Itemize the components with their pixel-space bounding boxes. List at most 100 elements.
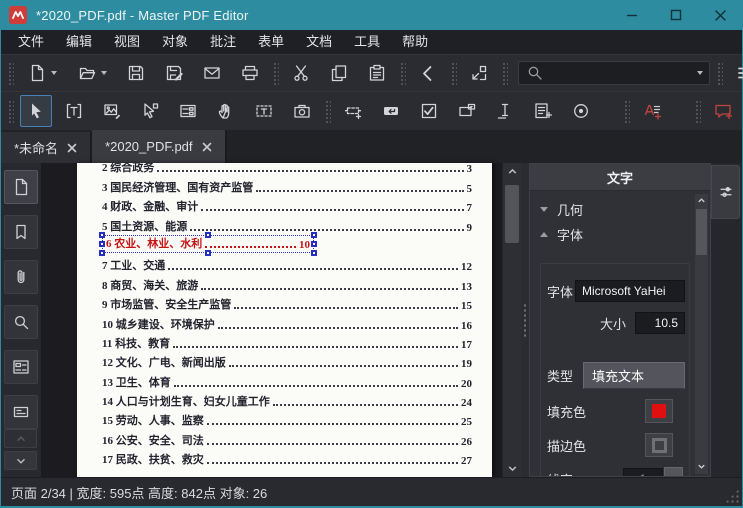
resize-grip[interactable] <box>725 489 739 503</box>
email-button[interactable] <box>196 57 228 89</box>
minimize-button[interactable] <box>610 0 654 30</box>
save-button[interactable] <box>120 57 152 89</box>
open-folder-button[interactable] <box>70 57 114 89</box>
panel-toggle-tab[interactable] <box>711 165 740 219</box>
search-box[interactable] <box>518 61 710 85</box>
sidebar-annotations-button[interactable] <box>4 395 38 429</box>
edit-path-button[interactable] <box>134 95 166 127</box>
hand-tool-button[interactable] <box>210 95 242 127</box>
menu-view[interactable]: 视图 <box>103 30 151 54</box>
selection-handle[interactable] <box>311 232 317 238</box>
navigation-sidebar <box>1 163 42 477</box>
document-scrollbar[interactable] <box>502 163 521 477</box>
select-object-button[interactable] <box>20 95 52 127</box>
snapshot-button[interactable] <box>286 95 318 127</box>
toc-row: 7 工业、交通12 <box>102 254 472 273</box>
fill-color-swatch[interactable] <box>645 399 673 423</box>
list-box-button[interactable] <box>489 95 521 127</box>
menu-object[interactable]: 对象 <box>151 30 199 54</box>
sidebar-bookmarks-button[interactable] <box>4 215 38 249</box>
toolbar-grip <box>450 61 457 85</box>
scrollbar-thumb[interactable] <box>505 185 519 243</box>
select-text-button[interactable] <box>248 95 280 127</box>
attachments-icon <box>11 267 31 287</box>
stroke-color-swatch[interactable] <box>645 433 673 457</box>
panel-scrollbar-thumb[interactable] <box>696 209 707 255</box>
scroll-up-icon[interactable] <box>503 163 521 180</box>
menu-file[interactable]: 文件 <box>7 30 55 54</box>
cut-button[interactable] <box>285 57 317 89</box>
print-button[interactable] <box>234 57 266 89</box>
tab-2020-pdf[interactable]: *2020_PDF.pdf <box>92 130 226 163</box>
section-geometry[interactable]: 几何 <box>540 197 690 222</box>
main-menu-button[interactable] <box>729 57 743 89</box>
menu-help[interactable]: 帮助 <box>391 30 439 54</box>
save-as-button[interactable] <box>158 57 190 89</box>
back-button[interactable] <box>412 57 444 89</box>
selection-handle[interactable] <box>311 250 317 256</box>
dropdown-caret[interactable] <box>101 71 107 75</box>
sidebar-attachments-button[interactable] <box>4 260 38 294</box>
maximize-button[interactable] <box>654 0 698 30</box>
panel-scroll-up-icon[interactable] <box>696 194 707 207</box>
search-input[interactable] <box>549 65 689 81</box>
fit-page-button[interactable] <box>463 57 495 89</box>
close-button[interactable] <box>698 0 742 30</box>
font-size-input[interactable]: 10.5 <box>635 312 685 334</box>
menu-document[interactable]: 文档 <box>295 30 343 54</box>
selection-handle[interactable] <box>311 241 317 247</box>
fit-page-icon <box>469 63 489 83</box>
panel-scroll-down-icon[interactable] <box>695 460 708 473</box>
spinner-caret-icon[interactable] <box>664 467 683 476</box>
panel-splitter[interactable] <box>521 163 529 477</box>
sidebar-form-fields-button[interactable] <box>4 350 38 384</box>
toc-row: 15 劳动、人事、监察25 <box>102 409 472 428</box>
tab-close-icon[interactable] <box>202 142 212 152</box>
toc-page-number: 20 <box>461 378 472 390</box>
sidebar-page-thumbnails-button[interactable] <box>4 170 38 204</box>
toc-page-number: 3 <box>467 163 473 175</box>
sidebar-search-button[interactable] <box>4 305 38 339</box>
text-field-button[interactable] <box>337 95 369 127</box>
combo-box-button[interactable] <box>451 95 483 127</box>
menu-comment[interactable]: 批注 <box>199 30 247 54</box>
copy-button[interactable] <box>323 57 355 89</box>
line-width-value[interactable]: 1 <box>623 468 663 476</box>
tab-untitled[interactable]: *未命名 <box>1 132 92 163</box>
checkbox-button[interactable] <box>413 95 445 127</box>
sidebar-scroll-up-button[interactable] <box>4 429 37 448</box>
panel-scrollbar[interactable] <box>695 194 708 474</box>
list-add-button[interactable] <box>527 95 559 127</box>
selection-handle[interactable] <box>99 250 105 256</box>
selection-handle[interactable] <box>99 232 105 238</box>
sticky-note-button[interactable] <box>707 95 739 127</box>
edit-forms-button[interactable] <box>172 95 204 127</box>
toc-entry-text: 5 国土资源、能源 <box>102 218 187 234</box>
new-document-button[interactable] <box>20 57 64 89</box>
menu-form[interactable]: 表单 <box>247 30 295 54</box>
push-button-button[interactable] <box>375 95 407 127</box>
menu-tools[interactable]: 工具 <box>343 30 391 54</box>
sidebar-scroll-down-button[interactable] <box>4 451 37 470</box>
selection-handle[interactable] <box>99 241 105 247</box>
selection-handle[interactable] <box>205 232 211 238</box>
font-family-input[interactable]: Microsoft YaHei <box>575 280 685 302</box>
pdf-page[interactable]: 2 综合政务33 国民经济管理、国有资产监管54 财政、金融、审计75 国土资源… <box>77 163 492 477</box>
font-size-row: 大小 10.5 <box>547 312 685 334</box>
scroll-down-icon[interactable] <box>503 460 521 477</box>
search-dropdown-caret[interactable] <box>697 71 703 75</box>
menu-edit[interactable]: 编辑 <box>55 30 103 54</box>
edit-text-button[interactable] <box>58 95 90 127</box>
edit-image-button[interactable] <box>96 95 128 127</box>
type-row: 类型 填充文本 <box>547 362 685 389</box>
add-text-annotation-button[interactable] <box>636 95 668 127</box>
tab-close-icon[interactable] <box>67 143 77 153</box>
paste-button[interactable] <box>361 57 393 89</box>
radio-button-button[interactable] <box>565 95 597 127</box>
selection-handle[interactable] <box>205 250 211 256</box>
line-width-spinner[interactable]: 1 <box>623 467 683 476</box>
selected-text-object[interactable]: 6 农业、林业、水利10 <box>102 235 314 253</box>
dropdown-caret[interactable] <box>51 71 57 75</box>
section-font[interactable]: 字体 <box>540 222 690 247</box>
type-select[interactable]: 填充文本 <box>583 362 685 389</box>
